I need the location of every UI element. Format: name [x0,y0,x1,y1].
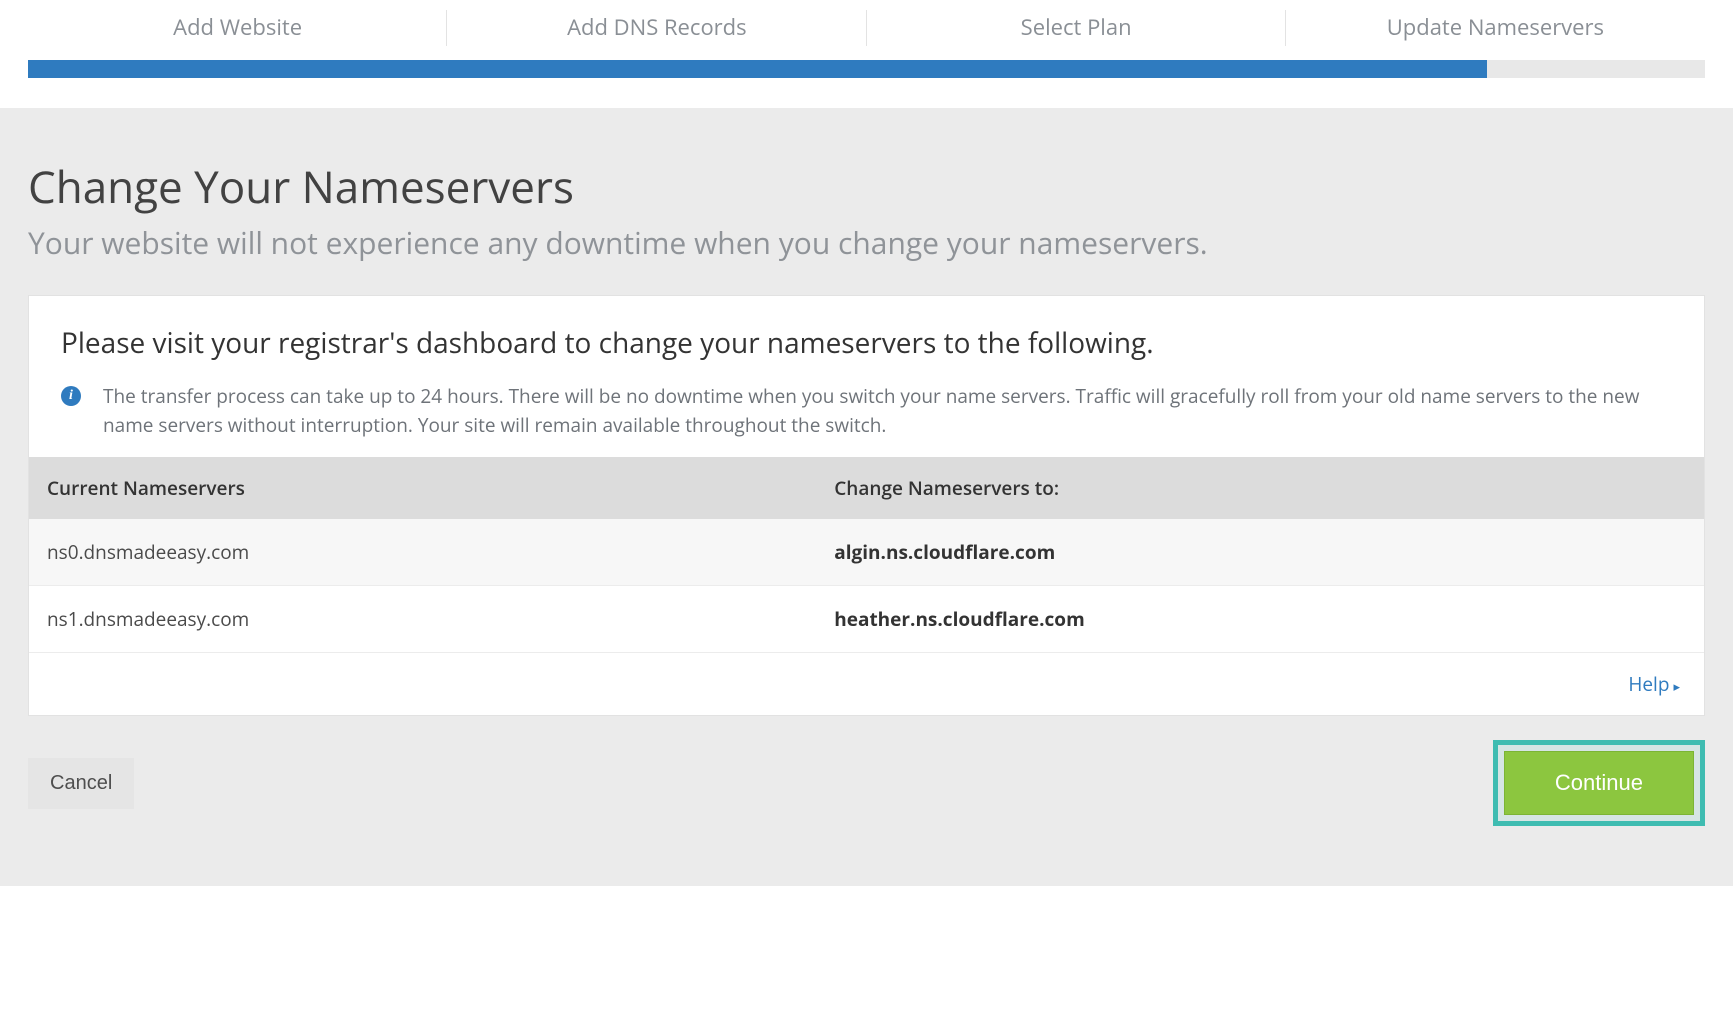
step-update-nameservers[interactable]: Update Nameservers [1286,0,1705,60]
stepper: Add Website Add DNS Records Select Plan … [0,0,1733,78]
page-subtitle: Your website will not experience any dow… [28,222,1705,263]
chevron-right-icon: ▸ [1673,677,1680,695]
current-ns-cell: ns1.dnsmadeeasy.com [29,586,816,653]
page-body: Change Your Nameservers Your website wil… [0,108,1733,886]
info-row: i The transfer process can take up to 24… [61,382,1672,439]
continue-highlight: Continue [1493,740,1705,826]
col-new-header: Change Nameservers to: [816,457,1704,519]
help-label: Help [1628,671,1669,697]
new-ns-cell: algin.ns.cloudflare.com [816,519,1704,586]
step-add-website[interactable]: Add Website [28,0,447,60]
help-link[interactable]: Help▸ [1628,671,1680,697]
current-ns-cell: ns0.dnsmadeeasy.com [29,519,816,586]
step-select-plan[interactable]: Select Plan [867,0,1286,60]
cancel-button[interactable]: Cancel [28,758,134,809]
progress-bar [28,60,1705,78]
nameservers-card: Please visit your registrar's dashboard … [28,295,1705,716]
card-heading: Please visit your registrar's dashboard … [61,324,1672,362]
page-title: Change Your Nameservers [28,156,1705,216]
continue-button[interactable]: Continue [1504,751,1694,815]
new-ns-cell: heather.ns.cloudflare.com [816,586,1704,653]
table-row: ns0.dnsmadeeasy.com algin.ns.cloudflare.… [29,519,1704,586]
info-icon: i [61,386,81,406]
action-bar: Cancel Continue [28,740,1705,826]
col-current-header: Current Nameservers [29,457,816,519]
step-add-dns-records[interactable]: Add DNS Records [447,0,866,60]
table-row: ns1.dnsmadeeasy.com heather.ns.cloudflar… [29,586,1704,653]
info-text: The transfer process can take up to 24 h… [103,382,1672,439]
nameservers-table: Current Nameservers Change Nameservers t… [29,457,1704,653]
